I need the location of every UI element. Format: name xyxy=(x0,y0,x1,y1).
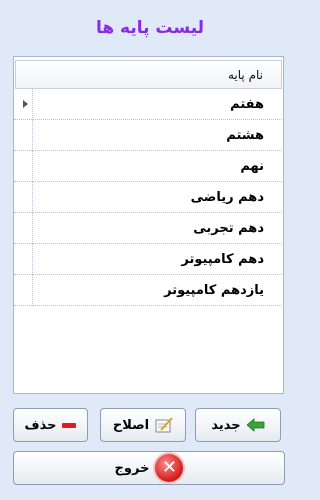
grid-cell[interactable]: هشتم xyxy=(32,120,282,151)
edit-button[interactable]: اصلاح xyxy=(100,408,186,442)
grid-cell[interactable]: دهم تجربی xyxy=(32,213,282,244)
new-label: جدید xyxy=(211,417,241,433)
row-pointer-icon xyxy=(22,100,28,108)
edit-label: اصلاح xyxy=(112,417,150,433)
edit-note-icon xyxy=(155,417,173,433)
grid-cell[interactable]: نهم xyxy=(32,151,282,182)
row-header[interactable] xyxy=(14,89,32,120)
grid-cell[interactable]: یازدهم کامپیوتر xyxy=(32,275,282,306)
column-header[interactable]: نام پایه xyxy=(15,60,282,89)
table-row[interactable]: یازدهم کامپیوتر xyxy=(14,275,285,306)
column-header-label: نام پایه xyxy=(227,67,263,82)
grid-cell[interactable]: هفتم xyxy=(32,89,282,120)
table-row[interactable]: نهم xyxy=(14,151,285,182)
grid-panel: نام پایه هفتم هشتم نهم دهم ریاضی دهم تجر… xyxy=(13,56,284,394)
table-row[interactable]: هشتم xyxy=(14,120,285,151)
new-button[interactable]: جدید xyxy=(195,408,281,442)
grid-corner xyxy=(15,60,33,89)
row-header[interactable] xyxy=(14,151,32,182)
exit-label: خروج xyxy=(114,460,150,476)
table-row[interactable]: دهم ریاضی xyxy=(14,182,285,213)
table-row[interactable]: دهم کامپیوتر xyxy=(14,244,285,275)
grid-rows: هفتم هشتم نهم دهم ریاضی دهم تجربی دهم کا… xyxy=(14,89,285,306)
delete-label: حذف xyxy=(24,417,57,433)
exit-button[interactable]: خروج ✕ xyxy=(13,451,285,485)
row-header[interactable] xyxy=(14,182,32,213)
row-header[interactable] xyxy=(14,244,32,275)
table-row[interactable]: دهم تجربی xyxy=(14,213,285,244)
row-header[interactable] xyxy=(14,120,32,151)
grid-cell[interactable]: دهم کامپیوتر xyxy=(32,244,282,275)
table-row[interactable]: هفتم xyxy=(14,89,285,120)
minus-icon xyxy=(62,422,77,428)
delete-button[interactable]: حذف xyxy=(13,408,88,442)
row-header[interactable] xyxy=(14,275,32,306)
close-circle-icon: ✕ xyxy=(155,454,184,482)
window-title: لیست پایه ها xyxy=(95,18,205,38)
row-header[interactable] xyxy=(14,213,32,244)
green-arrow-icon xyxy=(246,418,265,432)
grid-cell[interactable]: دهم ریاضی xyxy=(32,182,282,213)
